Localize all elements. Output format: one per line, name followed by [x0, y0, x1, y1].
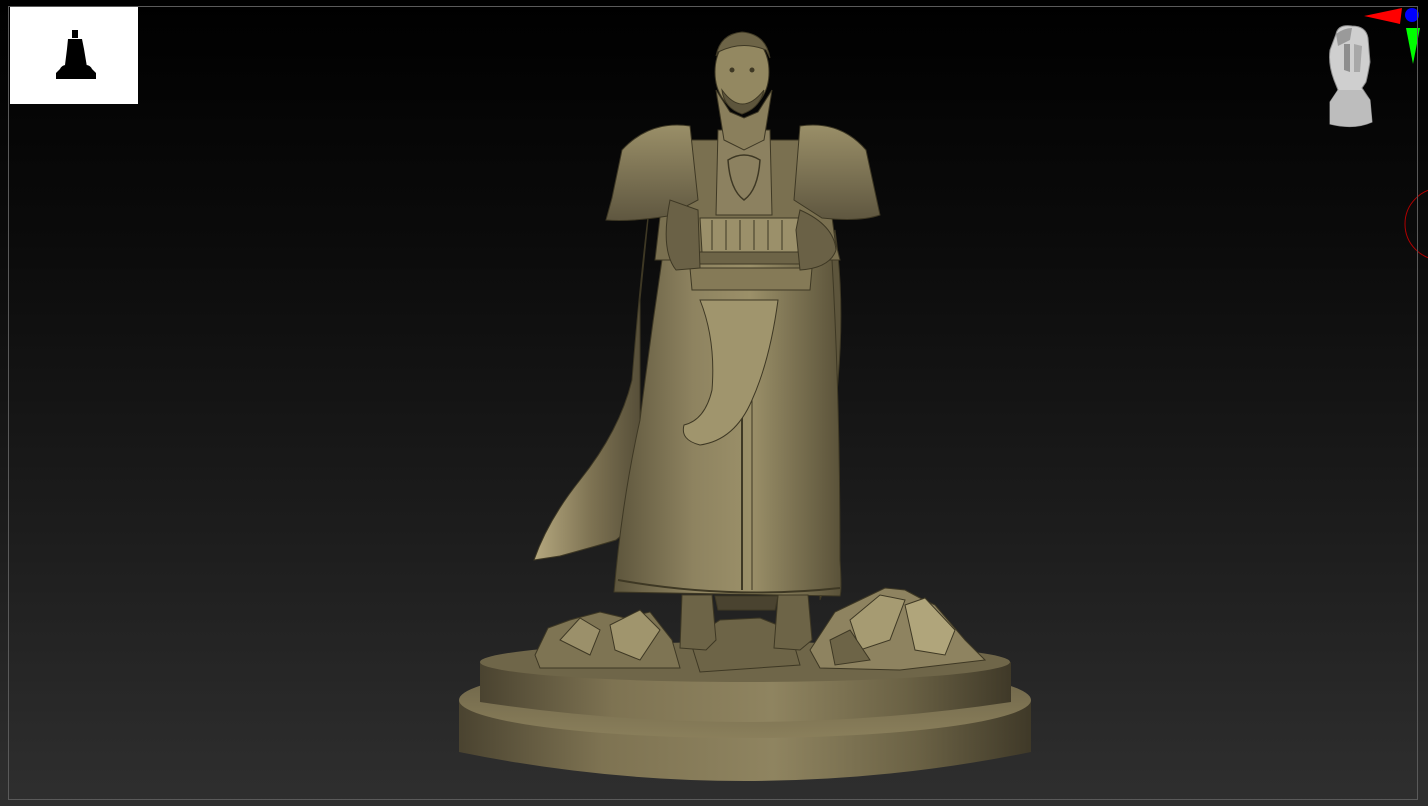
document-viewport[interactable]: [0, 0, 1428, 806]
sculpt-model[interactable]: [0, 0, 1428, 806]
brush-cursor-ring: [1404, 189, 1428, 259]
silhouette-thumbnail[interactable]: [10, 7, 138, 104]
right-pauldron: [793, 124, 881, 220]
orientation-head-icon: [1329, 8, 1420, 128]
navigation-gizmo[interactable]: [1310, 4, 1428, 132]
belt: [689, 217, 813, 291]
silhouette-thumbnail-icon: [10, 7, 138, 104]
